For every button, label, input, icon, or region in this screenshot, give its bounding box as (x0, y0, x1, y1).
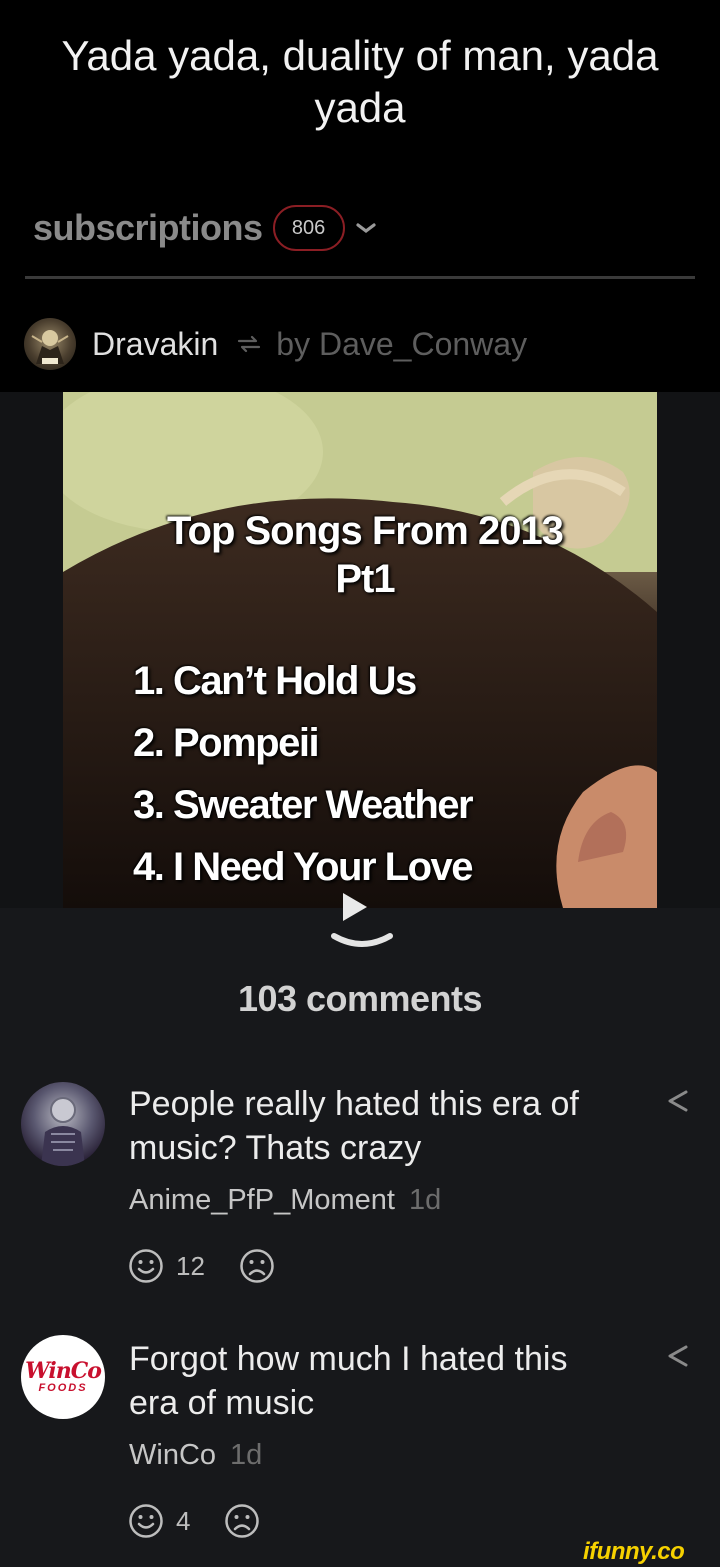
song-item: 2. Pompeii (133, 721, 320, 765)
smile-count: 12 (176, 1250, 205, 1281)
share-icon[interactable] (664, 1086, 692, 1116)
comment-reactions: 4 (128, 1503, 260, 1539)
smile-icon[interactable] (128, 1503, 164, 1539)
frown-icon[interactable] (239, 1248, 275, 1284)
smile-icon[interactable] (128, 1248, 164, 1284)
frown-icon[interactable] (224, 1503, 260, 1539)
chevron-down-icon (355, 223, 376, 233)
comment-time: 1d (408, 1184, 442, 1216)
media-container: Top Songs From 2013 Pt1 1. Can’t Hold Us… (0, 392, 720, 908)
commenter-username[interactable]: WinCo (129, 1439, 216, 1471)
commenter-avatar[interactable]: WinCo FOODS (21, 1335, 105, 1419)
header-area: Yada yada, duality of man, yada yada sub… (0, 0, 720, 392)
subscriptions-label: subscriptions (33, 207, 263, 248)
commenter-username[interactable]: Anime_PfP_Moment (129, 1184, 395, 1216)
comment-meta: Anime_PfP_Moment 1d (129, 1184, 441, 1217)
comments-count[interactable]: 103 comments (0, 978, 720, 1020)
play-icon[interactable] (343, 893, 367, 921)
song-item: 3. Sweater Weather (133, 783, 474, 827)
post-video[interactable]: Top Songs From 2013 Pt1 1. Can’t Hold Us… (63, 392, 657, 908)
author-avatar[interactable] (24, 318, 76, 370)
commenter-avatar[interactable] (21, 1082, 105, 1166)
song-item: 4. I Need Your Love (133, 845, 474, 889)
post-title: Yada yada, duality of man, yada yada (61, 32, 659, 131)
song-list: 1. Can’t Hold Us 2. Pompeii 3. Sweater W… (133, 650, 474, 898)
post-meta: Dravakin by Dave_Conway (24, 318, 527, 370)
reposted-by[interactable]: by Dave_Conway (276, 326, 527, 363)
subscriptions-count-badge: 806 (272, 205, 345, 251)
comment-meta: WinCo 1d (129, 1439, 262, 1472)
overlay-title: Top Songs From 2013 Pt1 (167, 509, 564, 601)
comment-text: People really hated this era of music? T… (129, 1085, 579, 1167)
ifunny-watermark: ifunny.co (583, 1538, 685, 1565)
smile-count: 4 (176, 1505, 191, 1536)
divider (25, 276, 695, 279)
winco-logo-text: WinCo (25, 1358, 102, 1384)
subscriptions-dropdown[interactable]: subscriptions 806 (33, 205, 377, 251)
comment-reactions: 12 (128, 1248, 275, 1284)
repost-icon (238, 335, 261, 353)
author-name[interactable]: Dravakin (92, 326, 218, 363)
winco-logo-subtext: FOODS (38, 1382, 88, 1394)
share-icon[interactable] (664, 1341, 692, 1371)
song-item: 1. Can’t Hold Us (133, 659, 417, 703)
comment-text: Forgot how much I hated this era of musi… (129, 1340, 568, 1422)
comment-time: 1d (230, 1439, 263, 1471)
expand-chevron-icon[interactable] (330, 930, 394, 952)
